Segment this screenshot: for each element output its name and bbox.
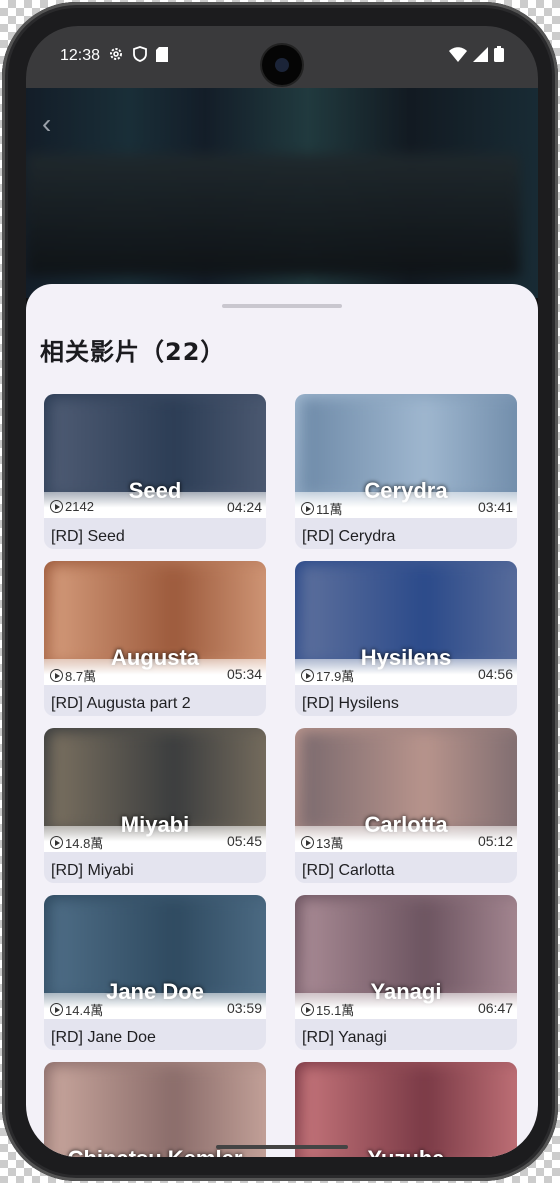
wifi-icon	[449, 46, 467, 62]
sheet-drag-handle[interactable]	[222, 304, 342, 308]
play-icon	[50, 1003, 63, 1016]
video-title[interactable]: [RD] Yanagi	[302, 1029, 387, 1047]
video-card[interactable]: Seed 2142 04:24 [RD] Seed	[44, 394, 266, 549]
video-thumbnail[interactable]: Jane Doe 14.4萬 03:59	[44, 895, 266, 1019]
video-thumbnail[interactable]: Augusta 8.7萬 05:34	[44, 561, 266, 685]
view-count: 15.1萬	[301, 1000, 354, 1019]
video-thumbnail[interactable]: Yuzuha 24.2萬 05:50	[295, 1062, 517, 1157]
related-videos-sheet: 相关影片（22） Seed 2142 04:24 [RD] Seed Ceryd…	[26, 284, 538, 1157]
status-bar: 12:38	[26, 26, 538, 88]
sd-card-icon	[156, 46, 168, 62]
video-title[interactable]: [RD] Seed	[51, 528, 125, 546]
video-title[interactable]: [RD] Cerydra	[302, 528, 395, 546]
video-title[interactable]: [RD] Hysilens	[302, 695, 399, 713]
view-count: 17.9萬	[301, 666, 354, 685]
video-thumbnail[interactable]: Hysilens 17.9萬 04:56	[295, 561, 517, 685]
view-count: 2142	[50, 499, 94, 514]
video-duration: 04:24	[226, 499, 262, 515]
video-duration: 06:47	[477, 1000, 513, 1016]
video-card[interactable]: Augusta 8.7萬 05:34 [RD] Augusta part 2	[44, 561, 266, 716]
video-card[interactable]: Chinatsu Kemler 16.9萬 04:05	[44, 1062, 266, 1157]
play-icon	[50, 500, 63, 513]
video-thumbnail[interactable]: Seed 2142 04:24	[44, 394, 266, 518]
play-icon	[301, 669, 314, 682]
video-header-image: ‹	[26, 88, 538, 298]
video-duration: 03:41	[477, 499, 513, 515]
video-card[interactable]: Hysilens 17.9萬 04:56 [RD] Hysilens	[295, 561, 517, 716]
play-icon	[301, 836, 314, 849]
video-duration: 05:12	[477, 833, 513, 849]
video-meta: 8.7萬 05:34	[44, 659, 266, 685]
signal-icon	[473, 46, 488, 62]
video-card[interactable]: Carlotta 13萬 05:12 [RD] Carlotta	[295, 728, 517, 883]
video-thumbnail[interactable]: Cerydra 11萬 03:41	[295, 394, 517, 518]
video-card[interactable]: Yanagi 15.1萬 06:47 [RD] Yanagi	[295, 895, 517, 1050]
view-count: 14.8萬	[50, 833, 103, 852]
video-thumbnail[interactable]: Miyabi 14.8萬 05:45	[44, 728, 266, 852]
video-meta: 11萬 03:41	[295, 492, 517, 518]
video-title[interactable]: [RD] Augusta part 2	[51, 695, 191, 713]
video-card[interactable]: Miyabi 14.8萬 05:45 [RD] Miyabi	[44, 728, 266, 883]
video-meta: 13萬 05:12	[295, 826, 517, 852]
play-icon	[50, 836, 63, 849]
sheet-title: 相关影片（22）	[40, 338, 226, 366]
phone-frame: ‹ 12:38 相关影片（22） Seed 2142 04:24 [RD] Se…	[2, 2, 558, 1181]
video-meta: 2142 04:24	[44, 492, 266, 518]
video-meta: 17.9萬 04:56	[295, 659, 517, 685]
battery-icon	[494, 46, 504, 62]
video-duration: 04:56	[477, 666, 513, 682]
back-chevron-icon[interactable]: ‹	[42, 110, 51, 138]
play-icon	[50, 669, 63, 682]
video-card[interactable]: Jane Doe 14.4萬 03:59 [RD] Jane Doe	[44, 895, 266, 1050]
screen: ‹ 12:38 相关影片（22） Seed 2142 04:24 [RD] Se…	[26, 26, 538, 1157]
video-title[interactable]: [RD] Carlotta	[302, 862, 394, 880]
video-title[interactable]: [RD] Jane Doe	[51, 1029, 156, 1047]
view-count: 13萬	[301, 833, 343, 852]
view-count: 11萬	[301, 499, 343, 518]
video-meta: 14.8萬 05:45	[44, 826, 266, 852]
play-icon	[301, 502, 314, 515]
view-count: 8.7萬	[50, 666, 96, 685]
shield-icon	[133, 46, 147, 62]
video-card[interactable]: Yuzuha 24.2萬 05:50	[295, 1062, 517, 1157]
video-duration: 05:45	[226, 833, 262, 849]
gesture-nav-bar[interactable]	[216, 1145, 348, 1149]
video-thumbnail[interactable]: Chinatsu Kemler 16.9萬 04:05	[44, 1062, 266, 1157]
video-meta: 15.1萬 06:47	[295, 993, 517, 1019]
video-meta: 14.4萬 03:59	[44, 993, 266, 1019]
play-icon	[301, 1003, 314, 1016]
video-title[interactable]: [RD] Miyabi	[51, 862, 134, 880]
video-card[interactable]: Cerydra 11萬 03:41 [RD] Cerydra	[295, 394, 517, 549]
view-count: 14.4萬	[50, 1000, 103, 1019]
video-thumbnail[interactable]: Carlotta 13萬 05:12	[295, 728, 517, 852]
status-time: 12:38	[60, 47, 101, 64]
video-thumbnail[interactable]: Yanagi 15.1萬 06:47	[295, 895, 517, 1019]
gear-icon	[110, 48, 122, 60]
video-duration: 05:34	[226, 666, 262, 682]
video-duration: 03:59	[226, 1000, 262, 1016]
front-camera	[262, 45, 302, 85]
